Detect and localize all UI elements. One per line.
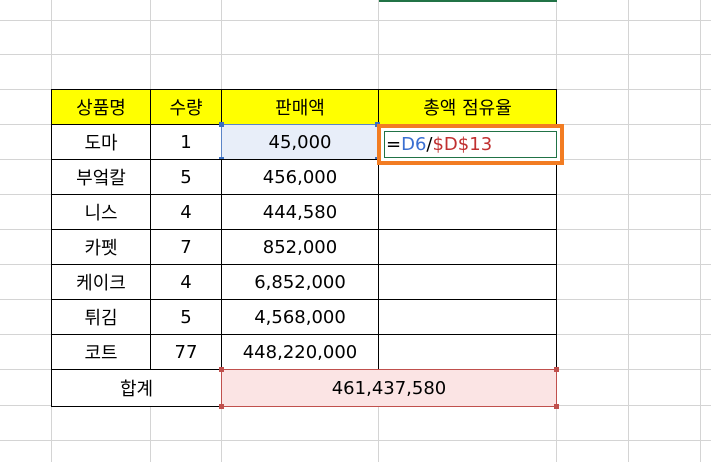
cell-sales[interactable]: 6,852,000 <box>221 264 379 300</box>
column-selection-indicator <box>379 0 557 2</box>
header-product-name[interactable]: 상품명 <box>51 89 151 125</box>
cell-product-name[interactable]: 도마 <box>51 124 151 160</box>
spreadsheet-grid[interactable]: 상품명 수량 판매액 총액 점유율 도마 1 45,000 부엌칼 5 456,… <box>0 0 711 462</box>
cell-product-name[interactable]: 니스 <box>51 194 151 230</box>
cell-quantity[interactable]: 1 <box>150 124 222 160</box>
gridline <box>628 0 629 462</box>
cell-quantity[interactable]: 77 <box>150 334 222 370</box>
cell-sales[interactable]: 456,000 <box>221 159 379 195</box>
cell-product-name[interactable]: 케이크 <box>51 264 151 300</box>
cell-product-name[interactable]: 카펫 <box>51 229 151 265</box>
cell-share[interactable] <box>378 194 557 230</box>
cell-sales[interactable]: 852,000 <box>221 229 379 265</box>
formula-text[interactable]: = D6/$D$13 <box>384 131 557 158</box>
reference-handle[interactable] <box>554 404 559 409</box>
reference-handle[interactable] <box>554 367 559 372</box>
cell-product-name[interactable]: 튀김 <box>51 299 151 335</box>
cell-quantity[interactable]: 4 <box>150 264 222 300</box>
cell-quantity[interactable]: 7 <box>150 229 222 265</box>
cell-total-value[interactable]: 461,437,580 <box>221 369 557 407</box>
active-cell-formula-editor[interactable]: = D6/$D$13 <box>377 124 564 165</box>
gridline <box>0 20 711 21</box>
reference-handle[interactable] <box>219 367 224 372</box>
cell-share[interactable] <box>378 299 557 335</box>
header-share[interactable]: 총액 점유율 <box>378 89 557 125</box>
reference-handle[interactable] <box>219 122 224 127</box>
reference-handle[interactable] <box>219 404 224 409</box>
cell-product-name[interactable]: 코트 <box>51 334 151 370</box>
formula-reference-absolute: $D$13 <box>432 134 493 155</box>
cell-share[interactable] <box>378 334 557 370</box>
cell-quantity[interactable]: 5 <box>150 159 222 195</box>
gridline <box>0 440 711 441</box>
cell-sales[interactable]: 448,220,000 <box>221 334 379 370</box>
cell-quantity[interactable]: 5 <box>150 299 222 335</box>
formula-equals: = <box>386 134 402 155</box>
cell-share[interactable] <box>378 229 557 265</box>
cell-total-label[interactable]: 합계 <box>51 369 222 407</box>
gridline <box>700 0 701 462</box>
cell-sales-referenced[interactable]: 45,000 <box>221 124 379 160</box>
cell-sales[interactable]: 4,568,000 <box>221 299 379 335</box>
header-quantity[interactable]: 수량 <box>150 89 222 125</box>
cell-sales[interactable]: 444,580 <box>221 194 379 230</box>
cell-quantity[interactable]: 4 <box>150 194 222 230</box>
cell-share[interactable] <box>378 264 557 300</box>
header-sales[interactable]: 판매액 <box>221 89 379 125</box>
cell-product-name[interactable]: 부엌칼 <box>51 159 151 195</box>
formula-reference-d6: D6 <box>401 134 427 155</box>
gridline <box>0 54 711 55</box>
